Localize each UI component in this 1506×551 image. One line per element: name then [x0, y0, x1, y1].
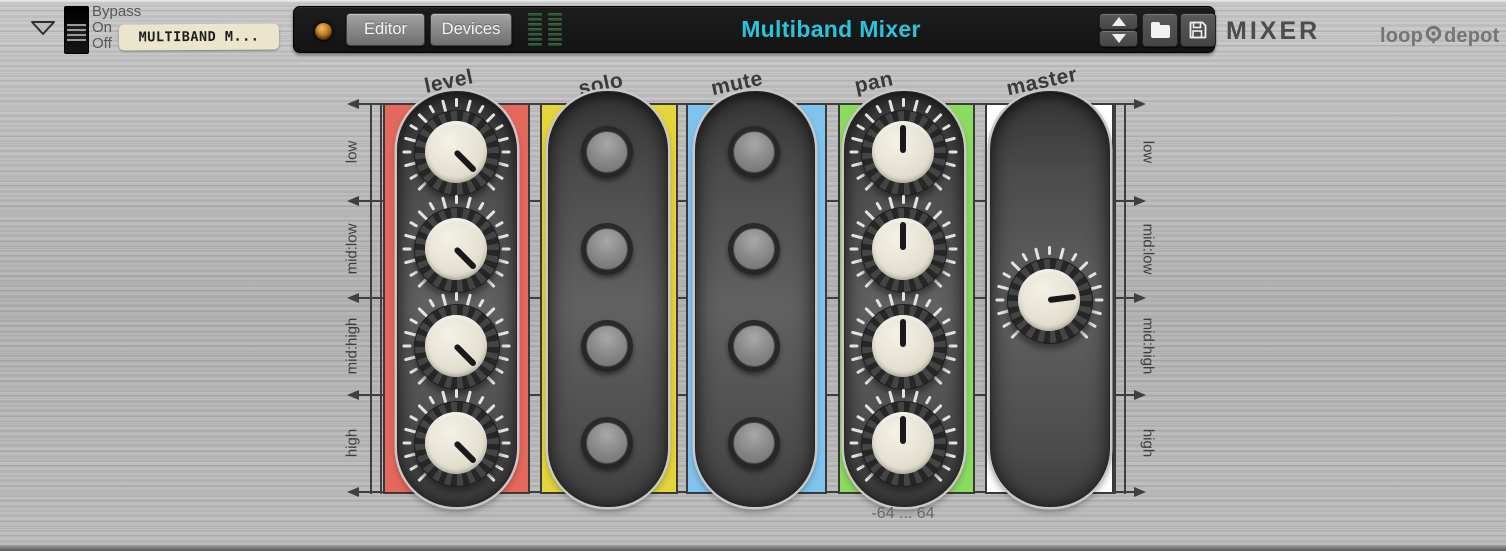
solo-button-high[interactable] — [581, 417, 633, 469]
solo-button-midlow[interactable] — [581, 223, 633, 275]
switch-grip — [67, 24, 86, 41]
knob-pointer — [900, 416, 906, 444]
brand-logo: loop depot — [1380, 24, 1499, 48]
knob-pointer — [900, 222, 906, 250]
band-arrow-right — [1134, 99, 1146, 109]
app-name: MIXER — [1226, 17, 1321, 45]
band-arrow-left — [347, 99, 359, 109]
band-arrow-right — [1134, 293, 1146, 303]
band-arrow-left — [347, 293, 359, 303]
band-label-midhigh-left: mid:high — [343, 317, 361, 375]
band-label-low-left: low — [343, 140, 361, 164]
band-label-midlow-right: mid:low — [1139, 223, 1157, 275]
band-arrow-right — [1134, 487, 1146, 497]
band-label-midhigh-right: mid:high — [1139, 317, 1157, 375]
brand-icon — [1425, 25, 1442, 44]
brand-right: depot — [1444, 24, 1500, 47]
preset-down-button[interactable] — [1099, 30, 1138, 47]
knob-pointer — [900, 319, 906, 347]
band-arrow-right — [1134, 390, 1146, 400]
switch-label-bypass: Bypass — [92, 3, 142, 20]
band-arrow-left — [347, 196, 359, 206]
save-icon — [1189, 21, 1207, 39]
mute-button-midlow[interactable] — [728, 223, 780, 275]
power-led-icon[interactable] — [314, 22, 333, 41]
mute-button-high[interactable] — [728, 417, 780, 469]
collapse-triangle-icon[interactable] — [30, 20, 56, 36]
bypass-toggle-switch[interactable] — [64, 6, 89, 54]
arrow-up-icon — [1111, 17, 1126, 26]
preset-up-button[interactable] — [1099, 13, 1138, 30]
load-preset-button[interactable] — [1142, 13, 1178, 47]
band-arrow-left — [347, 390, 359, 400]
switch-label-off: Off — [92, 35, 112, 52]
level-meter-right — [548, 13, 562, 48]
mute-button-midhigh[interactable] — [728, 320, 780, 372]
arrow-down-icon — [1111, 34, 1126, 43]
title-bar: Editor Devices Multiband Mixer — [293, 6, 1216, 53]
band-arrow-left — [347, 487, 359, 497]
level-knob-high[interactable] — [396, 383, 516, 503]
devices-button[interactable]: Devices — [430, 13, 512, 46]
band-label-high-left: high — [343, 428, 361, 458]
solo-button-low[interactable] — [581, 126, 633, 178]
master-knob[interactable] — [989, 240, 1109, 360]
solo-button-midhigh[interactable] — [581, 320, 633, 372]
band-arrow-right — [1134, 196, 1146, 206]
pan-range-label: -64 ... 64 — [871, 505, 935, 522]
mute-button-low[interactable] — [728, 126, 780, 178]
band-label-low-right: low — [1139, 140, 1157, 164]
band-label-midlow-left: mid:low — [343, 223, 361, 275]
preset-name-label: MULTIBAND M... — [138, 28, 260, 46]
level-meter-left — [528, 13, 542, 48]
plugin-title: Multiband Mixer — [741, 16, 921, 42]
switch-label-on: On — [92, 19, 113, 36]
pan-knob-high[interactable] — [843, 383, 963, 503]
preset-name-tape[interactable]: MULTIBAND M... — [118, 23, 280, 51]
save-preset-button[interactable] — [1180, 13, 1216, 47]
band-label-high-right: high — [1139, 428, 1157, 458]
editor-button[interactable]: Editor — [346, 13, 425, 46]
brand-left: loop — [1380, 24, 1424, 47]
folder-icon — [1150, 22, 1170, 38]
panel-top-bevel — [0, 0, 1506, 3]
panel-bottom-bevel — [0, 545, 1506, 551]
knob-pointer — [900, 125, 906, 153]
